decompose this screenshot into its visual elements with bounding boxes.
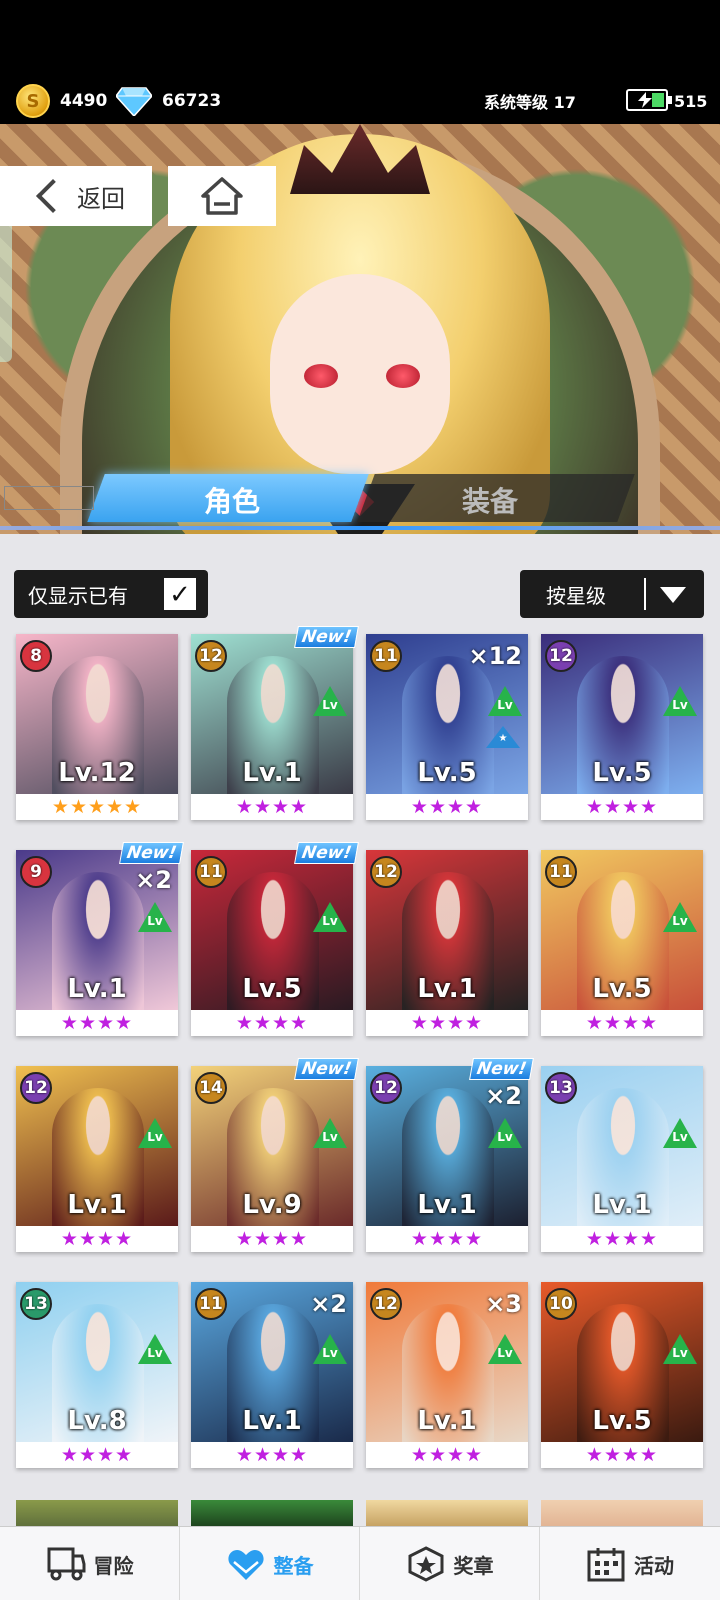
star-rating: ★★★★ xyxy=(235,1444,309,1466)
tier-badge: 13 xyxy=(545,1072,577,1104)
duplicate-count: ×3 xyxy=(485,1290,522,1318)
character-level: Lv.8 xyxy=(67,1406,127,1436)
new-tag: New! xyxy=(293,842,359,864)
new-tag: New! xyxy=(293,626,359,648)
character-level: Lv.1 xyxy=(592,1190,652,1220)
character-card[interactable]: 11 ×2 Lv Lv.1 ★★★★ xyxy=(191,1282,353,1468)
character-card[interactable]: 13 Lv Lv.1 ★★★★ xyxy=(541,1066,703,1252)
star-rating: ★★★★ xyxy=(410,1228,484,1250)
tier-badge: 12 xyxy=(20,1072,52,1104)
character-level: Lv.5 xyxy=(417,758,477,788)
character-level: Lv.12 xyxy=(58,758,136,788)
character-level: Lv.9 xyxy=(242,1190,302,1220)
character-level: Lv.1 xyxy=(417,1406,477,1436)
character-card[interactable]: 12 Lv Lv.1 ★★★★ xyxy=(16,1066,178,1252)
star-rating: ★★★★ xyxy=(585,1228,659,1250)
character-level: Lv.1 xyxy=(67,1190,127,1220)
nav-adventure-label: 冒险 xyxy=(93,1553,134,1578)
screen: { "topbar": { "gold": "4490", "diamonds"… xyxy=(0,0,720,1600)
nav-events-label: 活动 xyxy=(634,1553,674,1578)
star-rating: ★★★★ xyxy=(410,1012,484,1034)
character-card[interactable]: 12 New! Lv Lv.1 ★★★★ xyxy=(191,626,359,820)
duplicate-count: ×2 xyxy=(485,1082,522,1110)
character-card[interactable]: 9 New! ×2 Lv Lv.1 ★★★★ xyxy=(16,842,184,1036)
character-level: Lv.1 xyxy=(67,974,127,1004)
star-rating: ★★★★ xyxy=(60,1228,134,1250)
star-rating: ★★★★ xyxy=(410,796,484,818)
nav-adventure[interactable]: 冒险 xyxy=(0,1527,180,1600)
character-card[interactable]: 13 Lv Lv.8 ★★★★ xyxy=(16,1282,178,1468)
star-rating: ★★★★ xyxy=(585,1444,659,1466)
tier-badge: 11 xyxy=(195,856,227,888)
duplicate-count: ×2 xyxy=(135,866,172,894)
bottom-navigation: 冒险 整备 奖章 活动 xyxy=(0,1526,720,1600)
nav-medals-label: 奖章 xyxy=(453,1553,494,1578)
character-level: Lv.5 xyxy=(592,1406,652,1436)
character-level: Lv.1 xyxy=(242,758,302,788)
calendar-icon xyxy=(587,1548,625,1582)
new-tag: New! xyxy=(118,842,184,864)
character-card[interactable]: 12 Lv.1 ★★★★ xyxy=(366,850,528,1036)
nav-prepare[interactable]: 整备 xyxy=(180,1527,360,1600)
character-level: Lv.5 xyxy=(592,974,652,1004)
character-level: Lv.5 xyxy=(242,974,302,1004)
duplicate-count: ×2 xyxy=(310,1290,347,1318)
star-rating: ★★★★ xyxy=(585,796,659,818)
tier-badge: 12 xyxy=(545,640,577,672)
tier-badge: 12 xyxy=(370,1072,402,1104)
tier-badge: 14 xyxy=(195,1072,227,1104)
star-rating: ★★★★ xyxy=(235,796,309,818)
character-card[interactable]: 11 ×12 Lv ★ Lv.5 ★★★★ xyxy=(366,634,528,820)
nav-events[interactable]: 活动 xyxy=(540,1527,720,1600)
character-grid: 8 Lv.12 ★★★★★ 12 New! Lv Lv.1 ★★★★ 11 ×12 Lv ★ Lv.5 ★… xyxy=(0,0,720,1600)
heart-shield-icon xyxy=(227,1550,264,1580)
character-card[interactable]: 10 Lv Lv.5 ★★★★ xyxy=(541,1282,703,1468)
character-card[interactable]: 11 New! Lv Lv.5 ★★★★ xyxy=(191,842,359,1036)
character-level: Lv.5 xyxy=(592,758,652,788)
star-rating: ★★★★ xyxy=(410,1444,484,1466)
character-level: Lv.1 xyxy=(242,1406,302,1436)
character-level: Lv.1 xyxy=(417,1190,477,1220)
nav-prepare-label: 整备 xyxy=(273,1553,314,1578)
character-card[interactable]: 12 Lv Lv.5 ★★★★ xyxy=(541,634,703,820)
character-card[interactable]: 12 New! ×2 Lv Lv.1 ★★★★ xyxy=(366,1058,534,1252)
star-rating: ★★★★ xyxy=(585,1012,659,1034)
star-rating: ★★★★ xyxy=(60,1444,134,1466)
truck-icon xyxy=(47,1547,85,1581)
tier-badge: 10 xyxy=(545,1288,577,1320)
tier-badge: 9 xyxy=(20,856,52,888)
tier-badge: 11 xyxy=(195,1288,227,1320)
tier-badge: 11 xyxy=(370,640,402,672)
character-level: Lv.1 xyxy=(417,974,477,1004)
character-card[interactable]: 14 New! Lv Lv.9 ★★★★ xyxy=(191,1058,359,1252)
tier-badge: 12 xyxy=(195,640,227,672)
tier-badge: 12 xyxy=(370,856,402,888)
medal-icon xyxy=(408,1546,443,1582)
character-card[interactable]: 12 ×3 Lv Lv.1 ★★★★ xyxy=(366,1282,528,1468)
star-rating: ★★★★ xyxy=(235,1012,309,1034)
tier-badge: 8 xyxy=(20,640,52,672)
character-card[interactable]: 8 Lv.12 ★★★★★ xyxy=(16,634,178,820)
star-rating: ★★★★ xyxy=(60,1012,134,1034)
tier-badge: 12 xyxy=(370,1288,402,1320)
new-tag: New! xyxy=(293,1058,359,1080)
duplicate-count: ×12 xyxy=(468,642,522,670)
star-rating: ★★★★★ xyxy=(51,796,143,818)
tier-badge: 13 xyxy=(20,1288,52,1320)
star-rating: ★★★★ xyxy=(235,1228,309,1250)
character-card[interactable]: 11 Lv Lv.5 ★★★★ xyxy=(541,850,703,1036)
tier-badge: 11 xyxy=(545,856,577,888)
nav-medals[interactable]: 奖章 xyxy=(360,1527,540,1600)
new-tag: New! xyxy=(468,1058,534,1080)
